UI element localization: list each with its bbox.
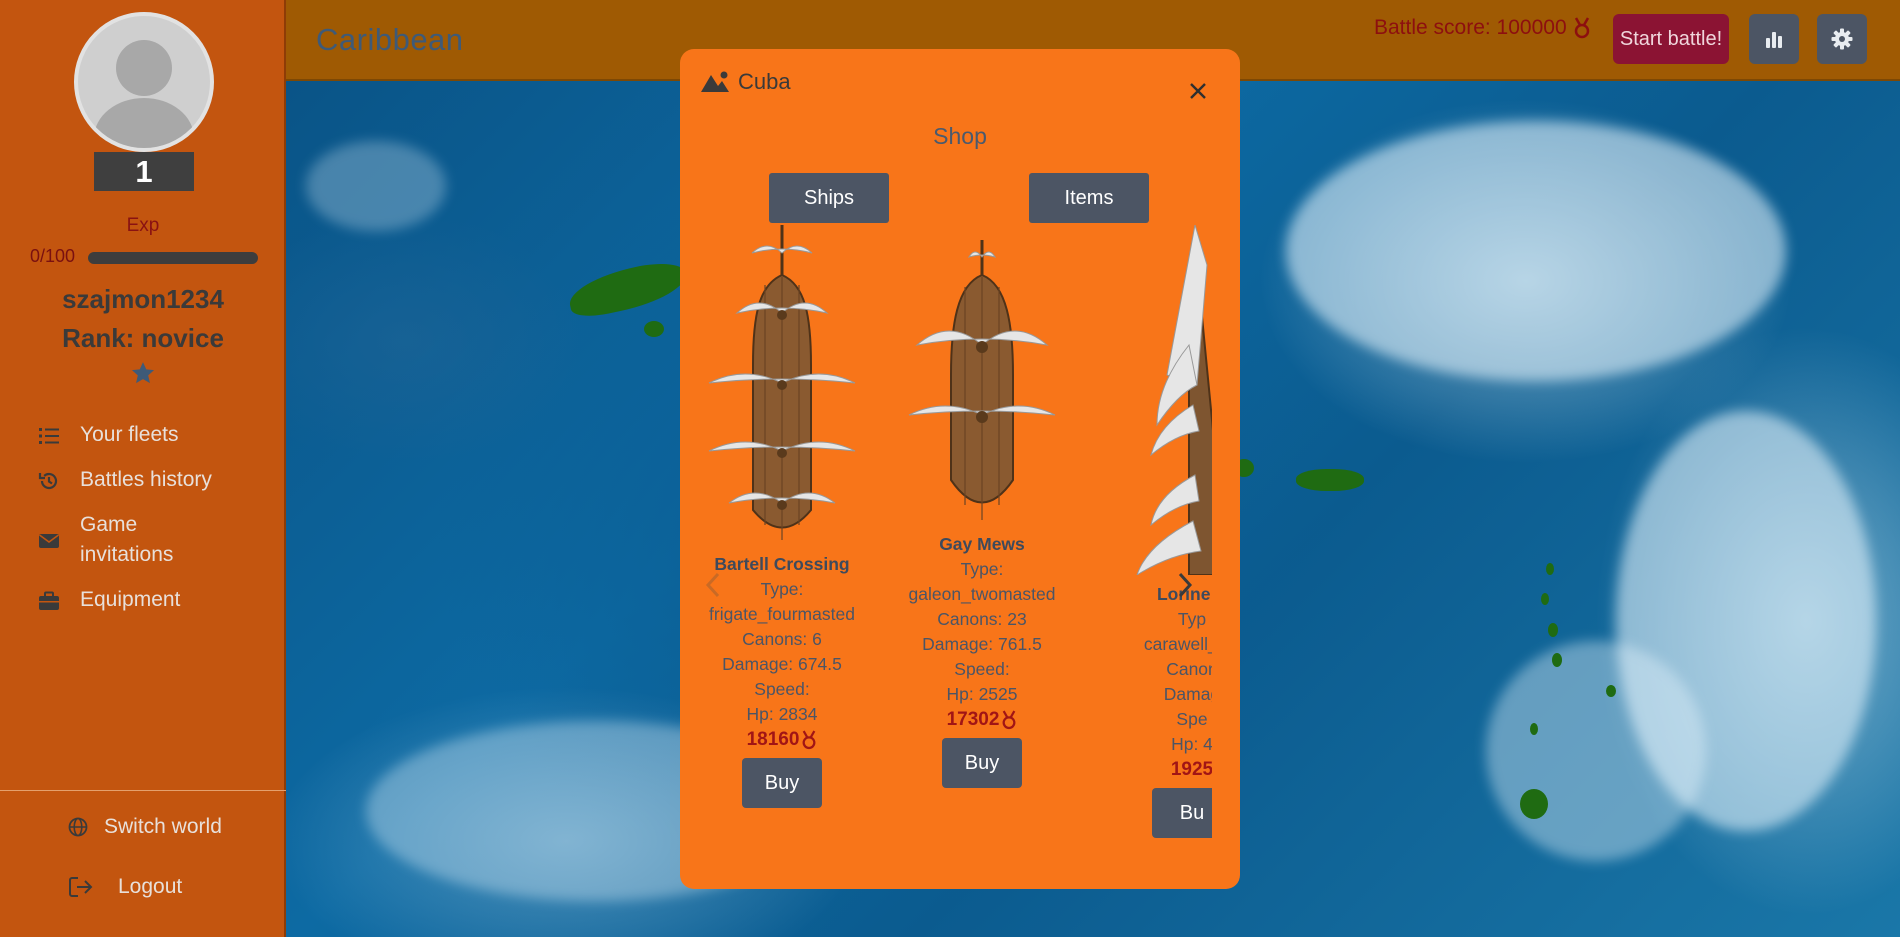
sidebar-divider <box>0 790 286 791</box>
ship-type-label: Typ <box>1177 609 1207 629</box>
ship-card: Gay Mews Type: galeon_twomasted Canons: … <box>902 225 1062 788</box>
ship-price-value: 1925 <box>1170 759 1212 780</box>
island-antilles-2[interactable] <box>1546 563 1554 575</box>
logout-icon <box>69 877 93 897</box>
tab-items[interactable]: Items <box>1029 173 1149 223</box>
exp-progress-bar <box>88 252 258 264</box>
exp-label: Exp <box>126 215 160 236</box>
island-antilles-4[interactable] <box>1548 623 1558 637</box>
ship-price: 1925 <box>1171 757 1212 782</box>
ship-carousel: Bartell Crossing Type: frigate_fourmaste… <box>702 225 1212 885</box>
ship-type: frigate_fourmasted <box>709 604 855 624</box>
switch-world-label: Switch world <box>104 815 222 838</box>
list-icon <box>39 428 59 444</box>
ship-hp: Hp: 2525 <box>946 684 1018 704</box>
ship-hp: Hp: 4 <box>1171 734 1212 754</box>
user-silhouette-icon <box>94 40 194 148</box>
ship-type-label: Type: <box>960 559 1004 579</box>
battle-score-text: Battle score: 100000 <box>1374 16 1567 39</box>
medal-icon <box>1574 17 1589 39</box>
close-icon <box>1190 83 1206 99</box>
mountain-icon <box>701 71 729 92</box>
ship-speed: Speed: <box>954 659 1010 679</box>
location-name: Cuba <box>738 69 791 94</box>
nav-battles-history[interactable]: Battles history <box>38 465 212 495</box>
ship-galeon-image <box>908 240 1056 520</box>
briefcase-icon <box>39 591 59 610</box>
level-badge: 1 <box>94 152 194 191</box>
island-antilles-3[interactable] <box>1541 593 1549 605</box>
ship-card: Lorine S Typ carawell_sin Canon Damag Sp… <box>1112 225 1212 838</box>
rank-label: Rank: novice <box>62 323 224 353</box>
ship-price-value: 18160 <box>746 729 800 750</box>
island-antilles-6[interactable] <box>1606 685 1616 697</box>
ship-name: Bartell Crossing <box>714 554 850 574</box>
ship-name: Lorine S <box>1156 584 1212 604</box>
ship-hp: Hp: 2834 <box>746 704 818 724</box>
ship-damage: Damage: 674.5 <box>722 654 842 674</box>
ship-canons: Canons: 6 <box>742 629 822 649</box>
start-battle-button[interactable]: Start battle! <box>1613 14 1729 64</box>
ship-speed: Spe <box>1176 709 1208 729</box>
ship-damage: Damag <box>1163 684 1212 704</box>
settings-button[interactable] <box>1817 14 1867 64</box>
buy-button[interactable]: Buy <box>742 758 822 808</box>
logout-label: Logout <box>118 875 183 898</box>
buy-button[interactable]: Buy <box>942 738 1022 788</box>
island-small[interactable] <box>644 321 664 337</box>
switch-world-link[interactable]: Switch world <box>68 815 222 839</box>
island-antilles-7[interactable] <box>1530 723 1538 735</box>
ship-price: 17302 <box>947 707 1018 732</box>
nav-your-fleets[interactable]: Your fleets <box>38 420 178 450</box>
gear-icon <box>1831 28 1853 50</box>
modal-title: Cuba <box>700 69 791 95</box>
ship-damage: Damage: 761.5 <box>922 634 1042 654</box>
star-icon <box>131 362 155 384</box>
nav-equipment[interactable]: Equipment <box>38 585 180 615</box>
battle-score: Battle score: 100000 <box>1374 16 1591 40</box>
sidebar: 1 Exp 0/100 szajmon1234 Rank: novice You… <box>0 0 286 937</box>
ship-canons: Canons: 23 <box>937 609 1027 629</box>
buy-button[interactable]: Bu <box>1152 788 1212 838</box>
ship-speed: Speed: <box>754 679 810 699</box>
nav-label: Your fleets <box>80 423 179 446</box>
ship-price: 18160 <box>747 727 818 752</box>
shop-modal: Cuba Shop Ships Items Bartell Crossing T… <box>680 49 1240 889</box>
shop-heading: Shop <box>933 123 987 149</box>
island-antilles-5[interactable] <box>1552 653 1562 667</box>
ship-type: galeon_twomasted <box>908 584 1056 604</box>
world-title: Caribbean <box>316 22 464 57</box>
carousel-prev-icon[interactable] <box>702 570 726 600</box>
ship-carawell-image <box>1136 225 1212 577</box>
envelope-icon <box>39 534 59 548</box>
ship-type-label: Type: <box>760 579 804 599</box>
tab-ships[interactable]: Ships <box>769 173 889 223</box>
username: szajmon1234 <box>62 284 224 314</box>
globe-icon <box>68 817 88 837</box>
medal-icon <box>802 730 816 749</box>
avatar[interactable] <box>74 12 214 152</box>
nav-label: Battles history <box>80 468 212 491</box>
close-button[interactable] <box>1184 77 1212 105</box>
ship-frigate-image <box>708 225 856 540</box>
ship-price-value: 17302 <box>946 709 1000 730</box>
nav-label: Equipment <box>80 588 181 611</box>
medal-icon <box>1002 710 1016 729</box>
nav-label: Game invitations <box>80 513 174 566</box>
history-icon <box>38 472 58 490</box>
island-cuba[interactable] <box>565 256 691 322</box>
stats-button[interactable] <box>1749 14 1799 64</box>
island-puerto-rico[interactable] <box>1296 469 1364 491</box>
ship-name: Gay Mews <box>939 534 1025 554</box>
ship-type: carawell_sin <box>1143 634 1212 654</box>
carousel-next-icon[interactable] <box>1172 570 1196 600</box>
logout-link[interactable]: Logout <box>68 875 182 899</box>
exp-value: 0/100 <box>30 246 76 266</box>
island-antilles-1[interactable] <box>1520 789 1548 819</box>
ship-card: Bartell Crossing Type: frigate_fourmaste… <box>702 225 862 808</box>
bar-chart-icon <box>1766 32 1782 48</box>
ship-canons: Canon <box>1166 659 1212 679</box>
nav-game-invitations[interactable]: Game invitations <box>38 510 208 570</box>
